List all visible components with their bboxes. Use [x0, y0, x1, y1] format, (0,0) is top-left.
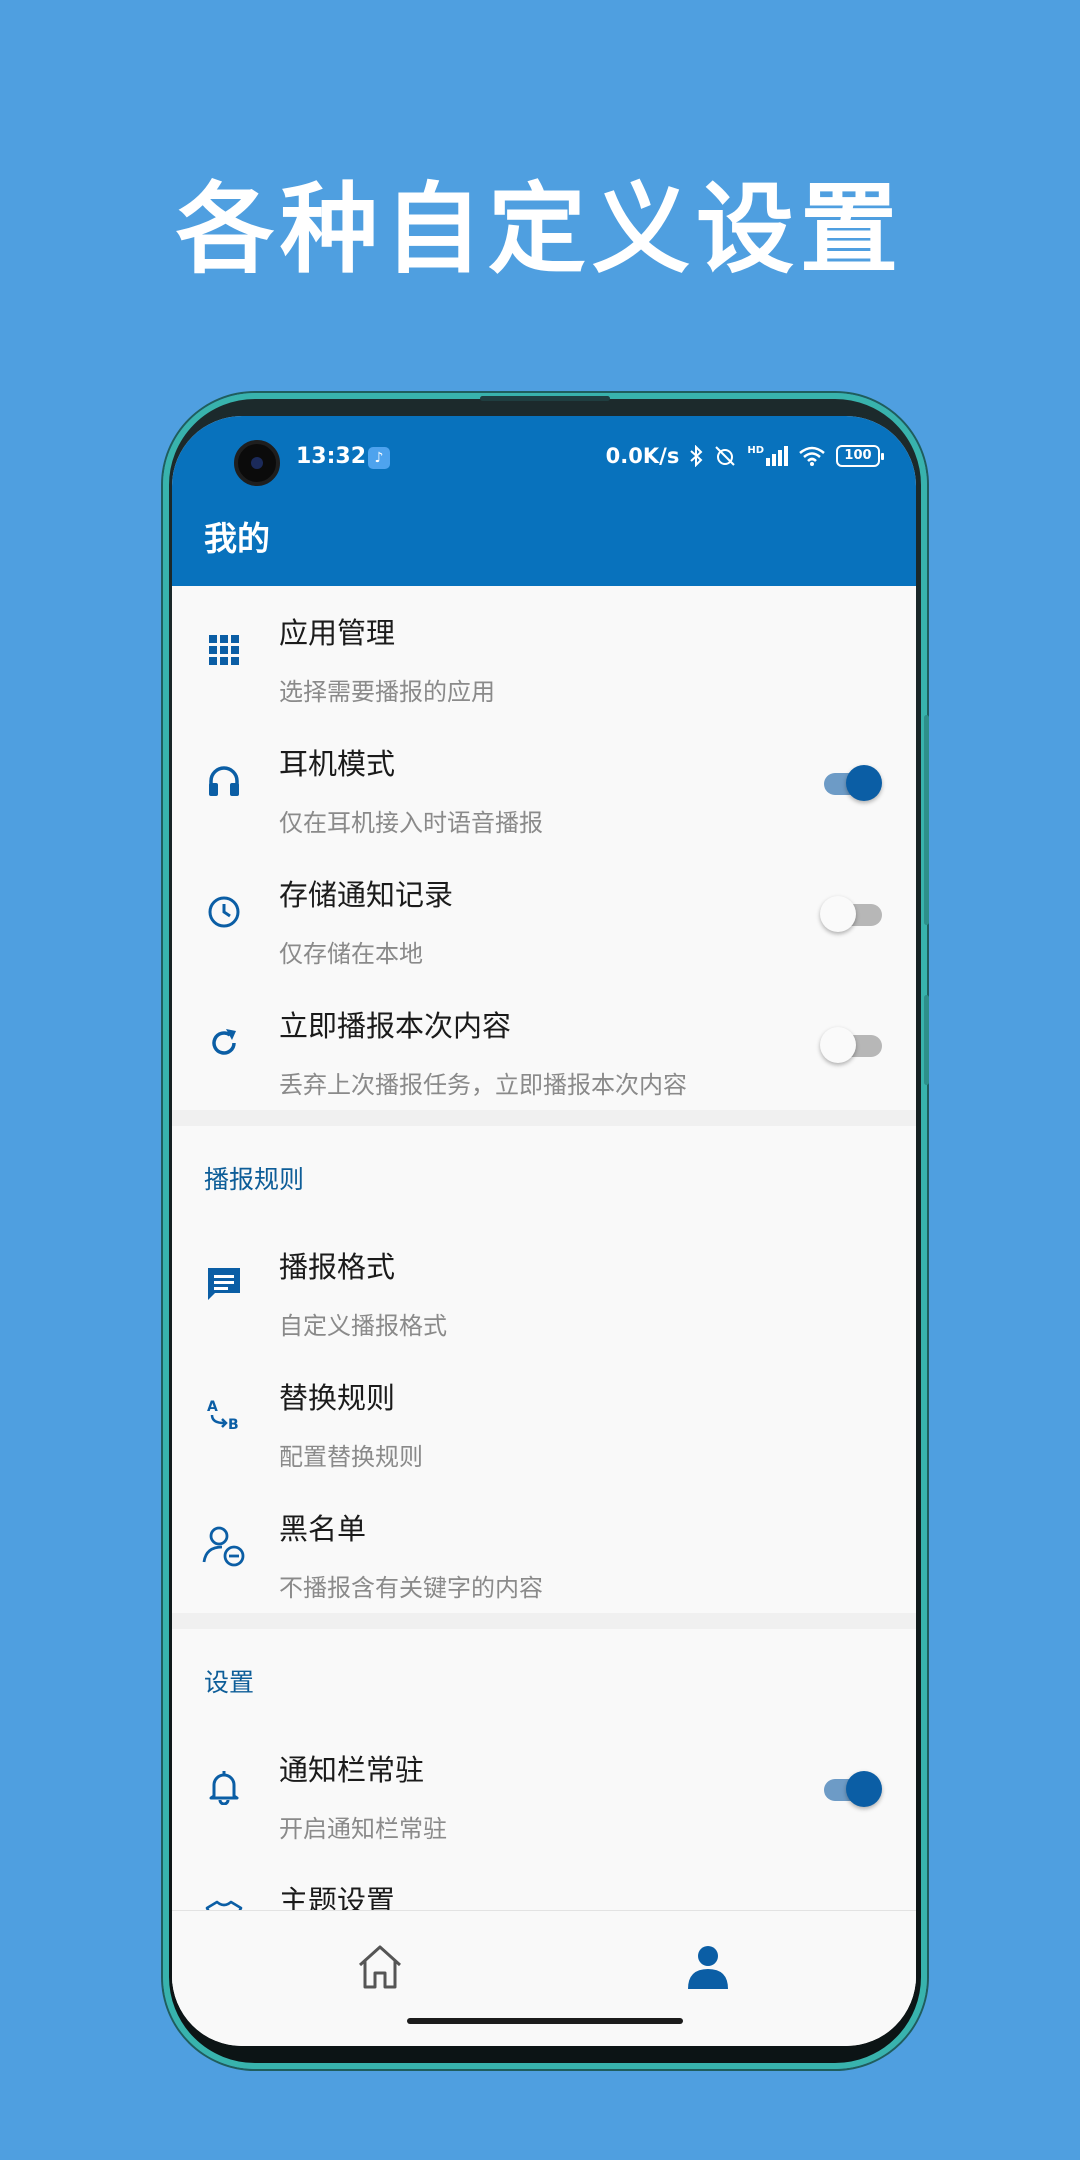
list-item-broadcast-now[interactable]: 立即播报本次内容 丢弃上次播报任务，立即播报本次内容 — [172, 979, 916, 1110]
item-subtitle: 配置替换规则 — [279, 1443, 423, 1471]
a-to-b-icon: A B — [202, 1393, 246, 1437]
list-item-replace-rules[interactable]: A B 替换规则 配置替换规则 — [172, 1351, 916, 1482]
list-item-persistent-notification[interactable]: 通知栏常驻 开启通知栏常驻 — [172, 1723, 916, 1854]
item-title: 通知栏常驻 — [279, 1753, 425, 1787]
home-icon — [358, 1945, 402, 1989]
item-title: 耳机模式 — [279, 747, 396, 781]
settings-list: 应用管理 选择需要播报的应用 耳机模式 仅在耳机接入时语音播报 存储通知记录 仅… — [172, 586, 916, 1985]
phone-volume-button — [924, 715, 929, 925]
svg-text:A: A — [207, 1399, 218, 1415]
item-subtitle: 仅在耳机接入时语音播报 — [279, 809, 543, 837]
gesture-bar — [407, 2018, 683, 2024]
item-subtitle: 丢弃上次播报任务，立即播报本次内容 — [279, 1071, 687, 1099]
headphones-icon — [202, 759, 246, 803]
bell-icon — [202, 1765, 246, 1809]
item-subtitle: 仅存储在本地 — [279, 940, 423, 968]
item-title: 应用管理 — [279, 616, 396, 650]
clock-icon — [202, 890, 246, 934]
item-title: 播报格式 — [279, 1250, 396, 1284]
phone-screen: 13:32 ♪ 0.0K/s HD 100 我的 应用管理 选择需要播报的应用 … — [172, 416, 916, 2046]
broadcast-rules-section: 播报规则 播报格式 自定义播报格式 A B 替换规则 配置替换规则 黑名单 不播… — [172, 1126, 916, 1613]
alarm-off-icon — [715, 446, 736, 466]
phone-power-button — [924, 995, 929, 1085]
list-item-broadcast-format[interactable]: 播报格式 自定义播报格式 — [172, 1220, 916, 1351]
signal-icon: HD — [747, 446, 788, 466]
item-title: 立即播报本次内容 — [279, 1009, 512, 1043]
persistent-notification-toggle[interactable] — [820, 1771, 882, 1807]
item-subtitle: 自定义播报格式 — [279, 1312, 447, 1340]
list-item-app-management[interactable]: 应用管理 选择需要播报的应用 — [172, 586, 916, 717]
apps-grid-icon — [202, 628, 246, 672]
page-title: 我的 — [204, 519, 270, 558]
item-subtitle: 开启通知栏常驻 — [279, 1815, 447, 1843]
network-speed: 0.0K/s — [605, 444, 680, 468]
status-indicators: 0.0K/s HD 100 — [605, 444, 884, 468]
refresh-icon — [202, 1021, 246, 1065]
item-title: 黑名单 — [279, 1512, 367, 1546]
item-subtitle: 选择需要播报的应用 — [279, 678, 495, 706]
front-camera — [234, 440, 280, 486]
broadcast-now-toggle[interactable] — [820, 1027, 882, 1063]
item-title: 替换规则 — [279, 1381, 396, 1415]
voice-indicator-icon: ♪ — [368, 447, 390, 469]
person-icon — [688, 1946, 728, 1989]
section-divider — [172, 1613, 916, 1629]
store-notifications-toggle[interactable] — [820, 896, 882, 932]
app-bar: 13:32 ♪ 0.0K/s HD 100 我的 — [172, 416, 916, 586]
user-block-icon — [202, 1524, 246, 1568]
section-header: 设置 — [204, 1668, 255, 1697]
general-section: 应用管理 选择需要播报的应用 耳机模式 仅在耳机接入时语音播报 存储通知记录 仅… — [172, 586, 916, 1110]
bluetooth-icon — [690, 445, 703, 467]
message-icon — [202, 1262, 246, 1306]
list-item-headphone-mode[interactable]: 耳机模式 仅在耳机接入时语音播报 — [172, 717, 916, 848]
nav-home-button[interactable] — [354, 1941, 406, 1997]
section-divider — [172, 1110, 916, 1126]
battery-indicator: 100 — [836, 445, 884, 467]
svg-text:B: B — [228, 1417, 239, 1433]
bottom-nav — [172, 1910, 916, 2046]
item-title: 存储通知记录 — [279, 878, 454, 912]
wifi-icon — [799, 446, 825, 466]
headphone-mode-toggle[interactable] — [820, 765, 882, 801]
list-item-blacklist[interactable]: 黑名单 不播报含有关键字的内容 — [172, 1482, 916, 1613]
item-subtitle: 不播报含有关键字的内容 — [279, 1574, 543, 1602]
section-header: 播报规则 — [204, 1165, 305, 1194]
list-item-store-notifications[interactable]: 存储通知记录 仅存储在本地 — [172, 848, 916, 979]
promo-headline: 各种自定义设置 — [175, 173, 904, 287]
status-time: 13:32 — [296, 444, 367, 469]
phone-speaker-slot — [480, 396, 610, 401]
nav-me-button[interactable] — [682, 1941, 734, 1997]
